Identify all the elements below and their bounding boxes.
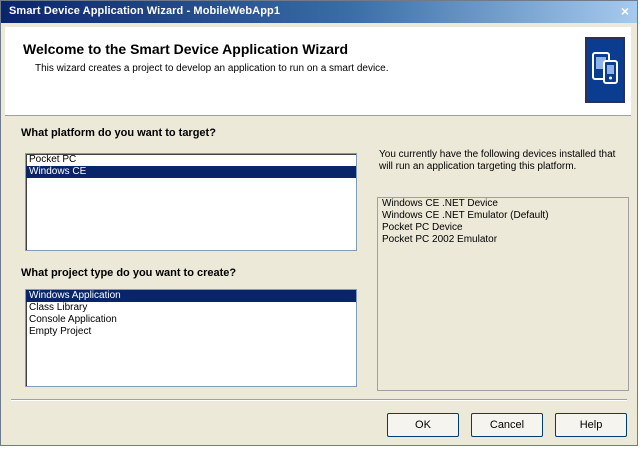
wizard-banner: Welcome to the Smart Device Application …: [5, 27, 631, 116]
device-list-item: Windows CE .NET Device: [382, 198, 498, 209]
help-button[interactable]: Help: [555, 413, 627, 437]
ok-button[interactable]: OK: [387, 413, 459, 437]
smart-device-icon-graphic: [592, 52, 618, 84]
project-type-list-item[interactable]: Class Library: [26, 302, 356, 314]
devices-info-text: You currently have the following devices…: [379, 149, 616, 172]
banner-title: Welcome to the Smart Device Application …: [23, 41, 349, 57]
platform-label: What platform do you want to target?: [21, 127, 216, 139]
device-list-item: Windows CE .NET Emulator (Default): [382, 210, 549, 221]
cancel-button[interactable]: Cancel: [471, 413, 543, 437]
wizard-dialog: Smart Device Application Wizard - Mobile…: [0, 0, 638, 446]
window-title: Smart Device Application Wizard - Mobile…: [9, 5, 281, 17]
banner-description: This wizard creates a project to develop…: [35, 63, 389, 74]
platform-list-item[interactable]: Pocket PC: [26, 154, 356, 166]
devices-list: Windows CE .NET Device Windows CE .NET Em…: [377, 197, 629, 391]
device-list-item: Pocket PC 2002 Emulator: [382, 234, 498, 245]
project-type-list-item[interactable]: Empty Project: [26, 326, 356, 338]
close-icon[interactable]: ×: [617, 4, 633, 19]
project-type-list-item[interactable]: Console Application: [26, 314, 356, 326]
button-separator: [11, 399, 627, 401]
title-bar[interactable]: Smart Device Application Wizard - Mobile…: [1, 1, 637, 23]
project-type-list-item[interactable]: Windows Application: [26, 290, 356, 302]
device-list-item: Pocket PC Device: [382, 222, 463, 233]
smart-device-icon: [585, 37, 625, 103]
platform-listbox[interactable]: Pocket PC Windows CE: [25, 153, 357, 251]
project-type-label: What project type do you want to create?: [21, 267, 237, 279]
project-type-listbox[interactable]: Windows Application Class Library Console …: [25, 289, 357, 387]
platform-list-item[interactable]: Windows CE: [26, 166, 356, 178]
